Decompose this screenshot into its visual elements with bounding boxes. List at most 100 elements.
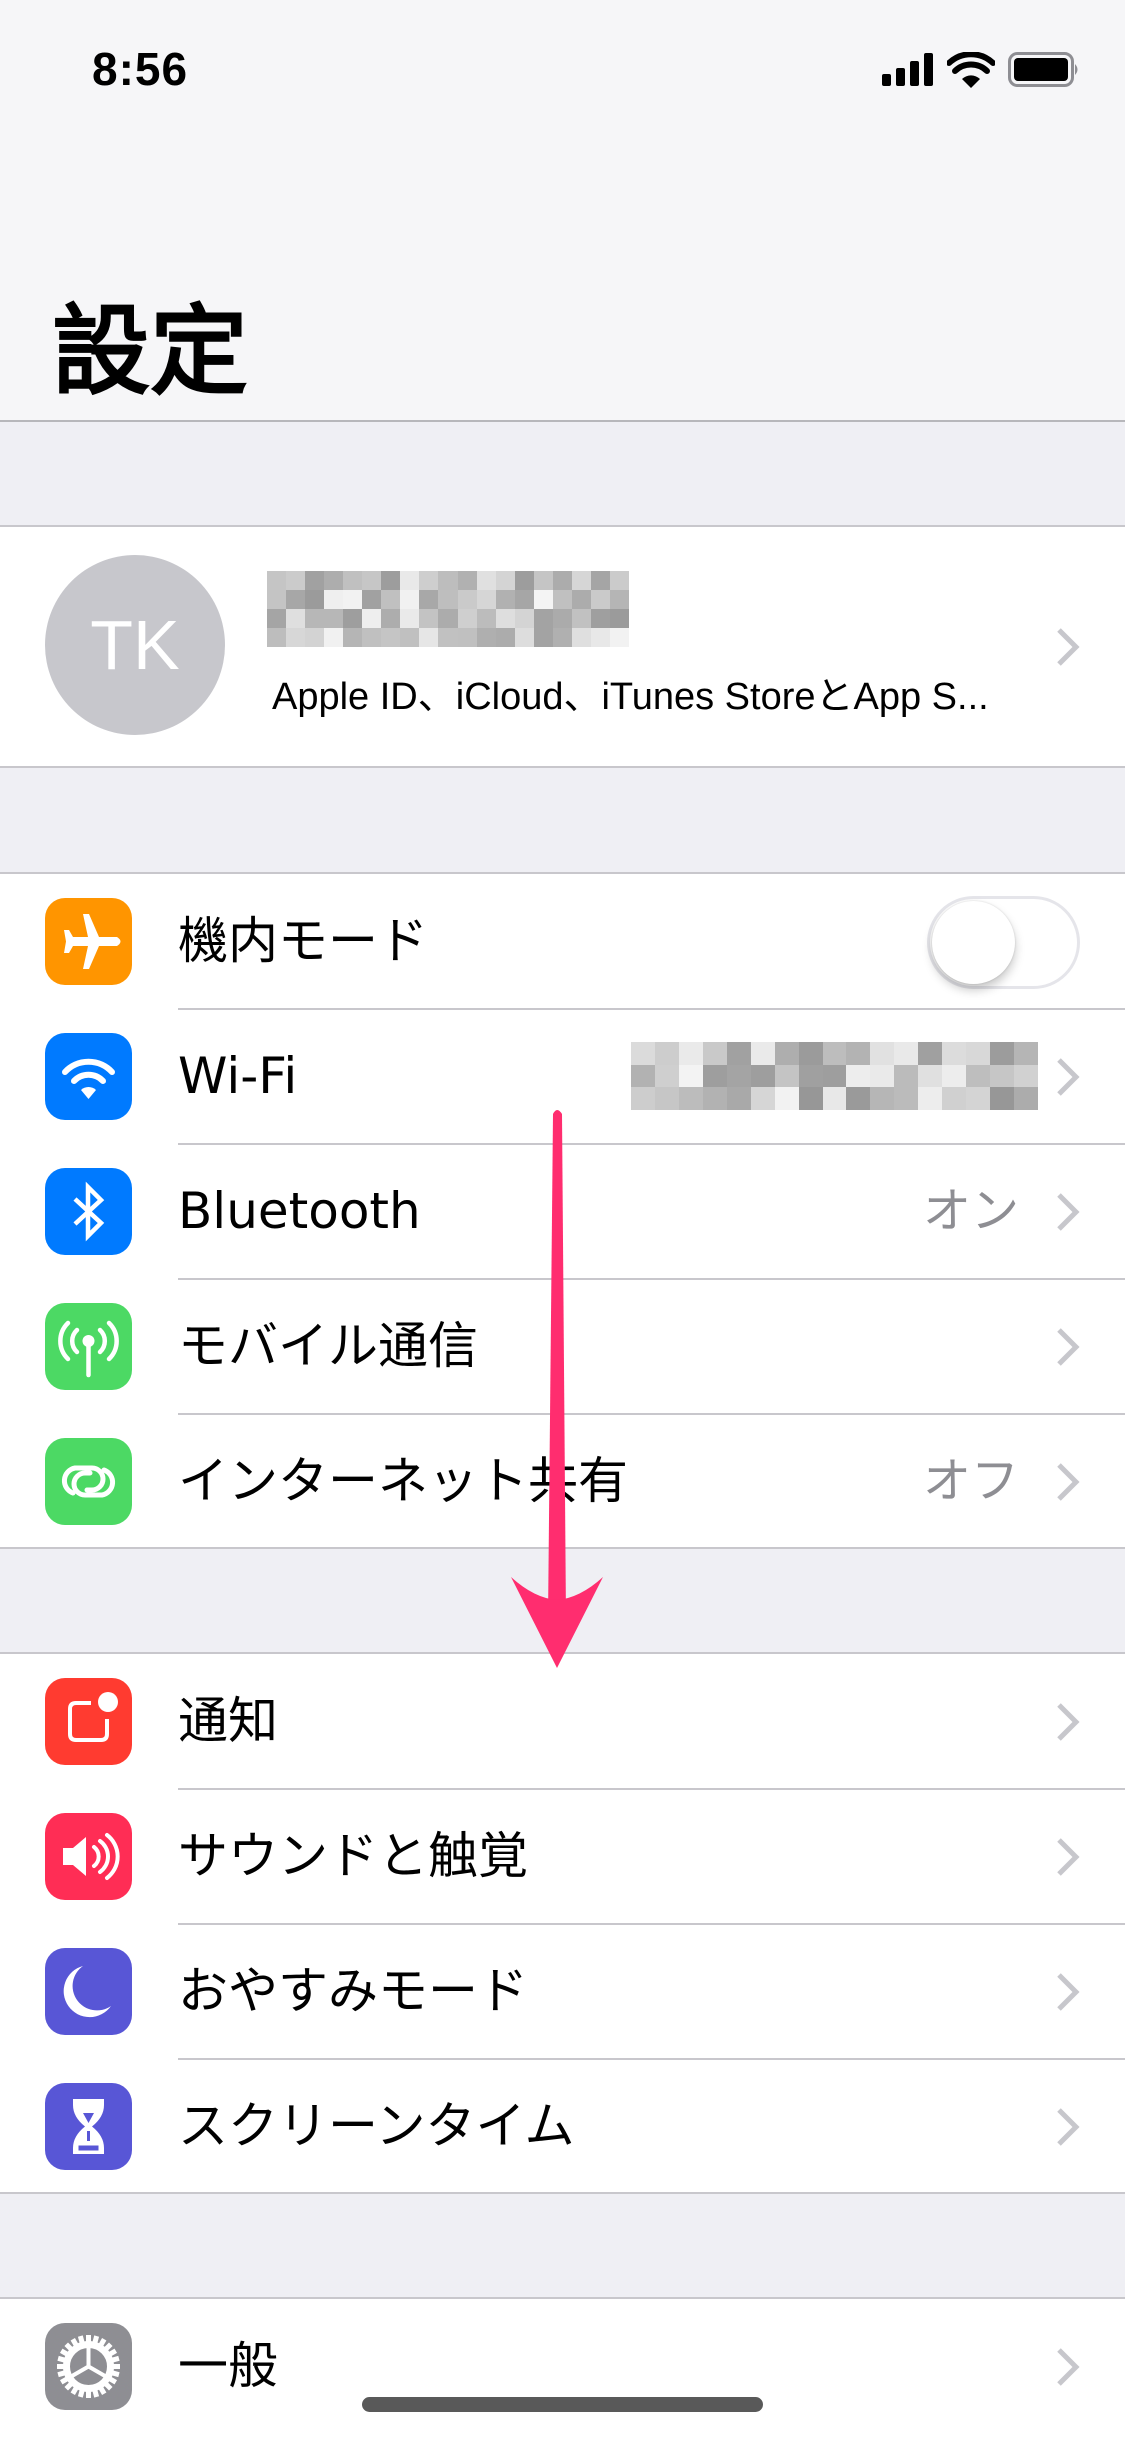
notification-icon (68, 1692, 118, 1742)
apple-id-profile-row[interactable]: TK Apple ID、iCloud、iTunes StoreとApp S... (0, 525, 1125, 768)
redaction-pixel (590, 628, 610, 647)
row-label: モバイル通信 (178, 1317, 478, 1375)
redaction-pixel (305, 628, 325, 647)
wifi-network-redacted (631, 1042, 1038, 1110)
row-do-not-disturb[interactable]: おやすみモード (0, 1924, 1125, 2060)
redaction-pixel (552, 590, 572, 609)
bluetooth-icon (73, 1181, 105, 1242)
redaction-pixel (286, 628, 306, 647)
home-indicator[interactable] (362, 2397, 763, 2412)
redaction-pixel (571, 590, 591, 609)
redaction-pixel (552, 628, 572, 647)
redaction-pixel (870, 1087, 895, 1110)
redaction-pixel (822, 1087, 847, 1110)
airplane-icon-tile (45, 898, 132, 985)
redaction-pixel (457, 590, 477, 609)
redaction-pixel (990, 1087, 1015, 1110)
bluetooth-icon-tile (45, 1168, 132, 1255)
hotspot-icon (61, 1465, 116, 1498)
redaction-pixel (990, 1064, 1015, 1088)
redaction-pixel (894, 1042, 919, 1065)
redaction-pixel (966, 1064, 991, 1088)
redaction-pixel (894, 1064, 919, 1088)
row-label: スクリーンタイム (178, 2097, 575, 2155)
redaction-pixel (324, 590, 344, 609)
chevron-right-icon (1057, 1058, 1080, 1096)
redaction-pixel (343, 609, 363, 628)
redaction-pixel (305, 590, 325, 609)
redaction-pixel (495, 609, 515, 628)
row-detail: オフ (922, 1453, 1019, 1509)
redaction-pixel (990, 1042, 1015, 1065)
redaction-pixel (286, 571, 306, 590)
chevron-right-icon (1057, 1973, 1080, 2011)
row-label: 一般 (178, 2337, 278, 2395)
redaction-pixel (918, 1087, 943, 1110)
hotspot-icon-tile (45, 1438, 132, 1525)
redaction-pixel (343, 571, 363, 590)
row-mobile-data[interactable]: モバイル通信 (0, 1279, 1125, 1415)
redaction-pixel (476, 590, 496, 609)
wifi-icon (62, 1058, 115, 1099)
redaction-pixel (400, 590, 420, 609)
redaction-pixel (846, 1064, 871, 1088)
redaction-pixel (267, 628, 287, 647)
redaction-pixel (942, 1042, 967, 1065)
redaction-pixel (590, 590, 610, 609)
row-bluetooth[interactable]: Bluetooth オン (0, 1144, 1125, 1280)
redaction-pixel (419, 571, 439, 590)
row-general[interactable]: 一般 (0, 2299, 1125, 2434)
redaction-pixel (750, 1042, 775, 1065)
redaction-pixel (1014, 1042, 1038, 1065)
redaction-pixel (966, 1042, 991, 1065)
row-screen-time[interactable]: スクリーンタイム (0, 2059, 1125, 2194)
airplane-mode-toggle[interactable] (927, 896, 1080, 989)
moon-icon (63, 1966, 111, 2018)
redaction-pixel (774, 1064, 799, 1088)
redaction-pixel (1014, 1064, 1038, 1088)
chevron-right-icon (1057, 1328, 1080, 1366)
gear-icon-tile (45, 2323, 132, 2410)
redaction-pixel (552, 609, 572, 628)
redaction-pixel (324, 571, 344, 590)
redaction-pixel (966, 1087, 991, 1110)
redaction-pixel (400, 609, 420, 628)
redaction-pixel (750, 1064, 775, 1088)
redaction-pixel (798, 1064, 823, 1088)
row-wifi[interactable]: Wi-Fi (0, 1009, 1125, 1145)
status-time: 8:56 (92, 43, 189, 95)
row-airplane-mode[interactable]: 機内モード (0, 874, 1125, 1010)
redaction-pixel (267, 571, 287, 590)
row-personal-hotspot[interactable]: インターネット共有 オフ (0, 1414, 1125, 1549)
redaction-pixel (590, 571, 610, 590)
redaction-pixel (438, 628, 458, 647)
redaction-pixel (590, 609, 610, 628)
toggle-knob (932, 901, 1015, 984)
chevron-right-icon (1057, 628, 1080, 666)
redaction-pixel (571, 609, 591, 628)
redaction-pixel (942, 1087, 967, 1110)
wifi-icon-tile (45, 1033, 132, 1120)
redaction-pixel (654, 1064, 679, 1088)
redaction-pixel (400, 628, 420, 647)
row-notifications[interactable]: 通知 (0, 1654, 1125, 1790)
gear-tooth (86, 2335, 91, 2343)
redaction-pixel (533, 628, 553, 647)
redaction-pixel (654, 1042, 679, 1065)
redaction-pixel (286, 609, 306, 628)
row-sounds-haptics[interactable]: サウンドと触覚 (0, 1789, 1125, 1925)
redaction-pixel (362, 628, 382, 647)
redaction-pixel (457, 628, 477, 647)
gear-icon (57, 2335, 120, 2398)
redaction-pixel (381, 609, 401, 628)
redaction-pixel (514, 609, 534, 628)
redaction-pixel (870, 1064, 895, 1088)
connectivity-section: 機内モード Wi-Fi Bluetooth オン モバイル通信 インターネット共… (0, 872, 1125, 1549)
moon-icon-tile (45, 1948, 132, 2035)
redaction-pixel (774, 1087, 799, 1110)
redaction-pixel (571, 628, 591, 647)
redaction-pixel (726, 1064, 751, 1088)
redaction-pixel (774, 1042, 799, 1065)
redaction-pixel (1014, 1087, 1038, 1110)
redaction-pixel (678, 1042, 703, 1065)
